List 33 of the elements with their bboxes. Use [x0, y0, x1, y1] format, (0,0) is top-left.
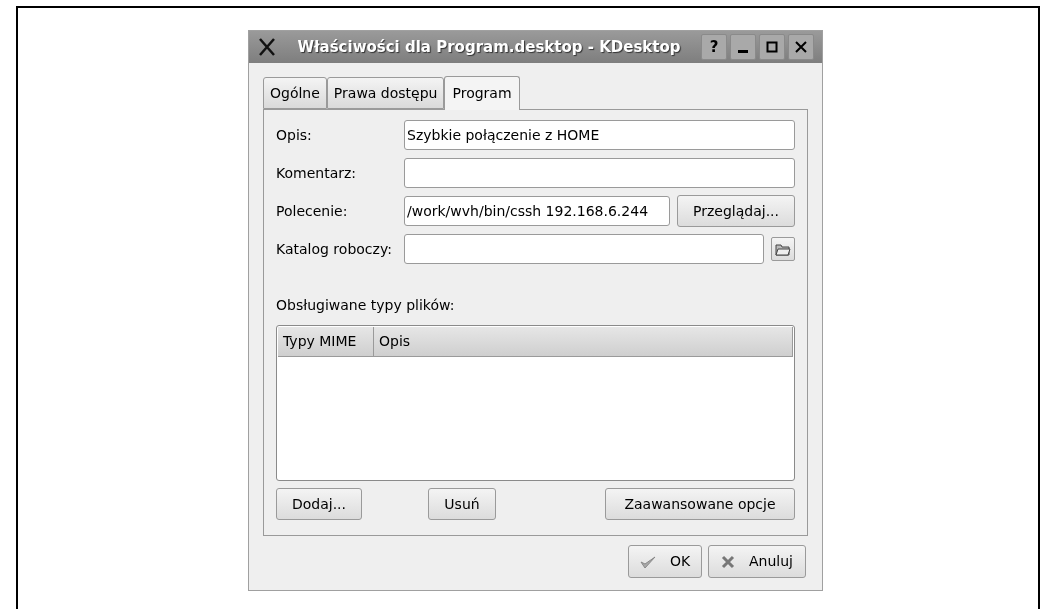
cross-icon	[721, 554, 735, 569]
field-label: Opis:	[276, 125, 313, 145]
minimize-icon	[738, 49, 748, 53]
column-header[interactable]: Typy MIME	[278, 327, 374, 356]
close-icon	[795, 41, 807, 53]
window-title: Właściwości dla Program.desktop - KDesktop	[296, 36, 682, 58]
check-icon	[639, 554, 656, 569]
column-header[interactable]: Opis	[374, 327, 793, 356]
folder-button[interactable]	[771, 237, 795, 261]
cancel-button[interactable]: Anuluj	[708, 545, 806, 578]
ok-button[interactable]: OK	[628, 545, 702, 578]
browse-button[interactable]: Przeglądaj...	[677, 195, 795, 227]
section-label: Obsługiwane typy plików:	[276, 296, 456, 315]
close-button[interactable]	[788, 34, 814, 60]
help-button[interactable]: ?	[701, 34, 727, 60]
minimize-button[interactable]	[730, 34, 756, 60]
field-label: Katalog roboczy:	[276, 239, 393, 259]
text-field[interactable]: /work/wvh/bin/cssh 192.168.6.244	[404, 196, 670, 226]
field-label: Komentarz:	[276, 163, 358, 183]
maximize-icon	[766, 41, 778, 53]
app-icon	[257, 37, 277, 57]
maximize-button[interactable]	[759, 34, 785, 60]
text-field[interactable]	[404, 158, 795, 188]
text-field[interactable]	[404, 234, 764, 264]
tab[interactable]: Program	[444, 76, 520, 110]
tab[interactable]: Ogólne	[263, 77, 327, 109]
text-field[interactable]: Szybkie połączenie z HOME	[404, 120, 795, 150]
field-label: Polecenie:	[276, 201, 349, 221]
list-button[interactable]: Usuń	[428, 488, 496, 520]
tab[interactable]: Prawa dostępu	[326, 77, 445, 109]
list-button[interactable]: Dodaj...	[276, 488, 362, 520]
folder-icon	[775, 242, 791, 256]
list-button[interactable]: Zaawansowane opcje	[605, 488, 795, 520]
